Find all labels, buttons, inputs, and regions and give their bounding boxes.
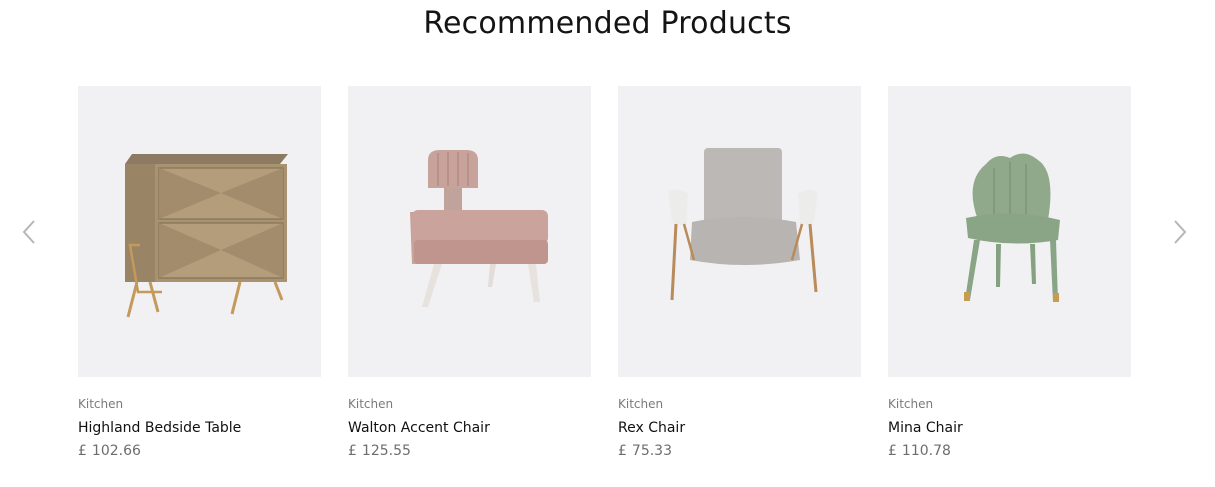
dining-chair-image	[963, 152, 1060, 302]
section-title: Recommended Products	[423, 6, 792, 41]
carousel-next-button[interactable]	[1165, 217, 1195, 247]
currency-symbol: £	[348, 443, 357, 459]
product-card[interactable]: Kitchen Mina Chair £110.78	[888, 86, 1131, 459]
carousel-prev-button[interactable]	[14, 217, 44, 247]
product-card[interactable]: Kitchen Walton Accent Chair £125.55	[348, 86, 591, 459]
product-price: £102.66	[78, 443, 141, 459]
price-value: 75.33	[631, 443, 673, 459]
bedside-table-image	[124, 153, 288, 317]
product-name-link[interactable]: Rex Chair	[618, 420, 685, 436]
product-price: £75.33	[618, 443, 672, 459]
product-category: Kitchen	[348, 397, 394, 411]
currency-symbol: £	[78, 443, 87, 459]
product-card[interactable]: Kitchen Rex Chair £75.33	[618, 86, 861, 459]
product-price: £125.55	[348, 443, 411, 459]
product-card[interactable]: Kitchen Highland Bedside Table £102.66	[78, 86, 321, 459]
product-name-link[interactable]: Highland Bedside Table	[78, 420, 241, 436]
product-category: Kitchen	[78, 397, 124, 411]
product-category: Kitchen	[618, 397, 664, 411]
lounge-chair-image	[667, 147, 818, 300]
product-name-link[interactable]: Mina Chair	[888, 420, 963, 436]
product-price: £110.78	[888, 443, 951, 459]
chevron-right-icon	[1174, 220, 1187, 244]
currency-symbol: £	[618, 443, 627, 459]
product-image-link[interactable]	[348, 86, 591, 377]
price-value: 102.66	[91, 443, 141, 459]
product-image-link[interactable]	[888, 86, 1131, 377]
price-value: 125.55	[361, 443, 411, 459]
product-image-link[interactable]	[78, 86, 321, 377]
product-image-link[interactable]	[618, 86, 861, 377]
currency-symbol: £	[888, 443, 897, 459]
chevron-left-icon	[22, 220, 35, 244]
accent-chair-image	[409, 149, 548, 307]
product-category: Kitchen	[888, 397, 934, 411]
price-value: 110.78	[901, 443, 951, 459]
product-name-link[interactable]: Walton Accent Chair	[348, 420, 490, 436]
